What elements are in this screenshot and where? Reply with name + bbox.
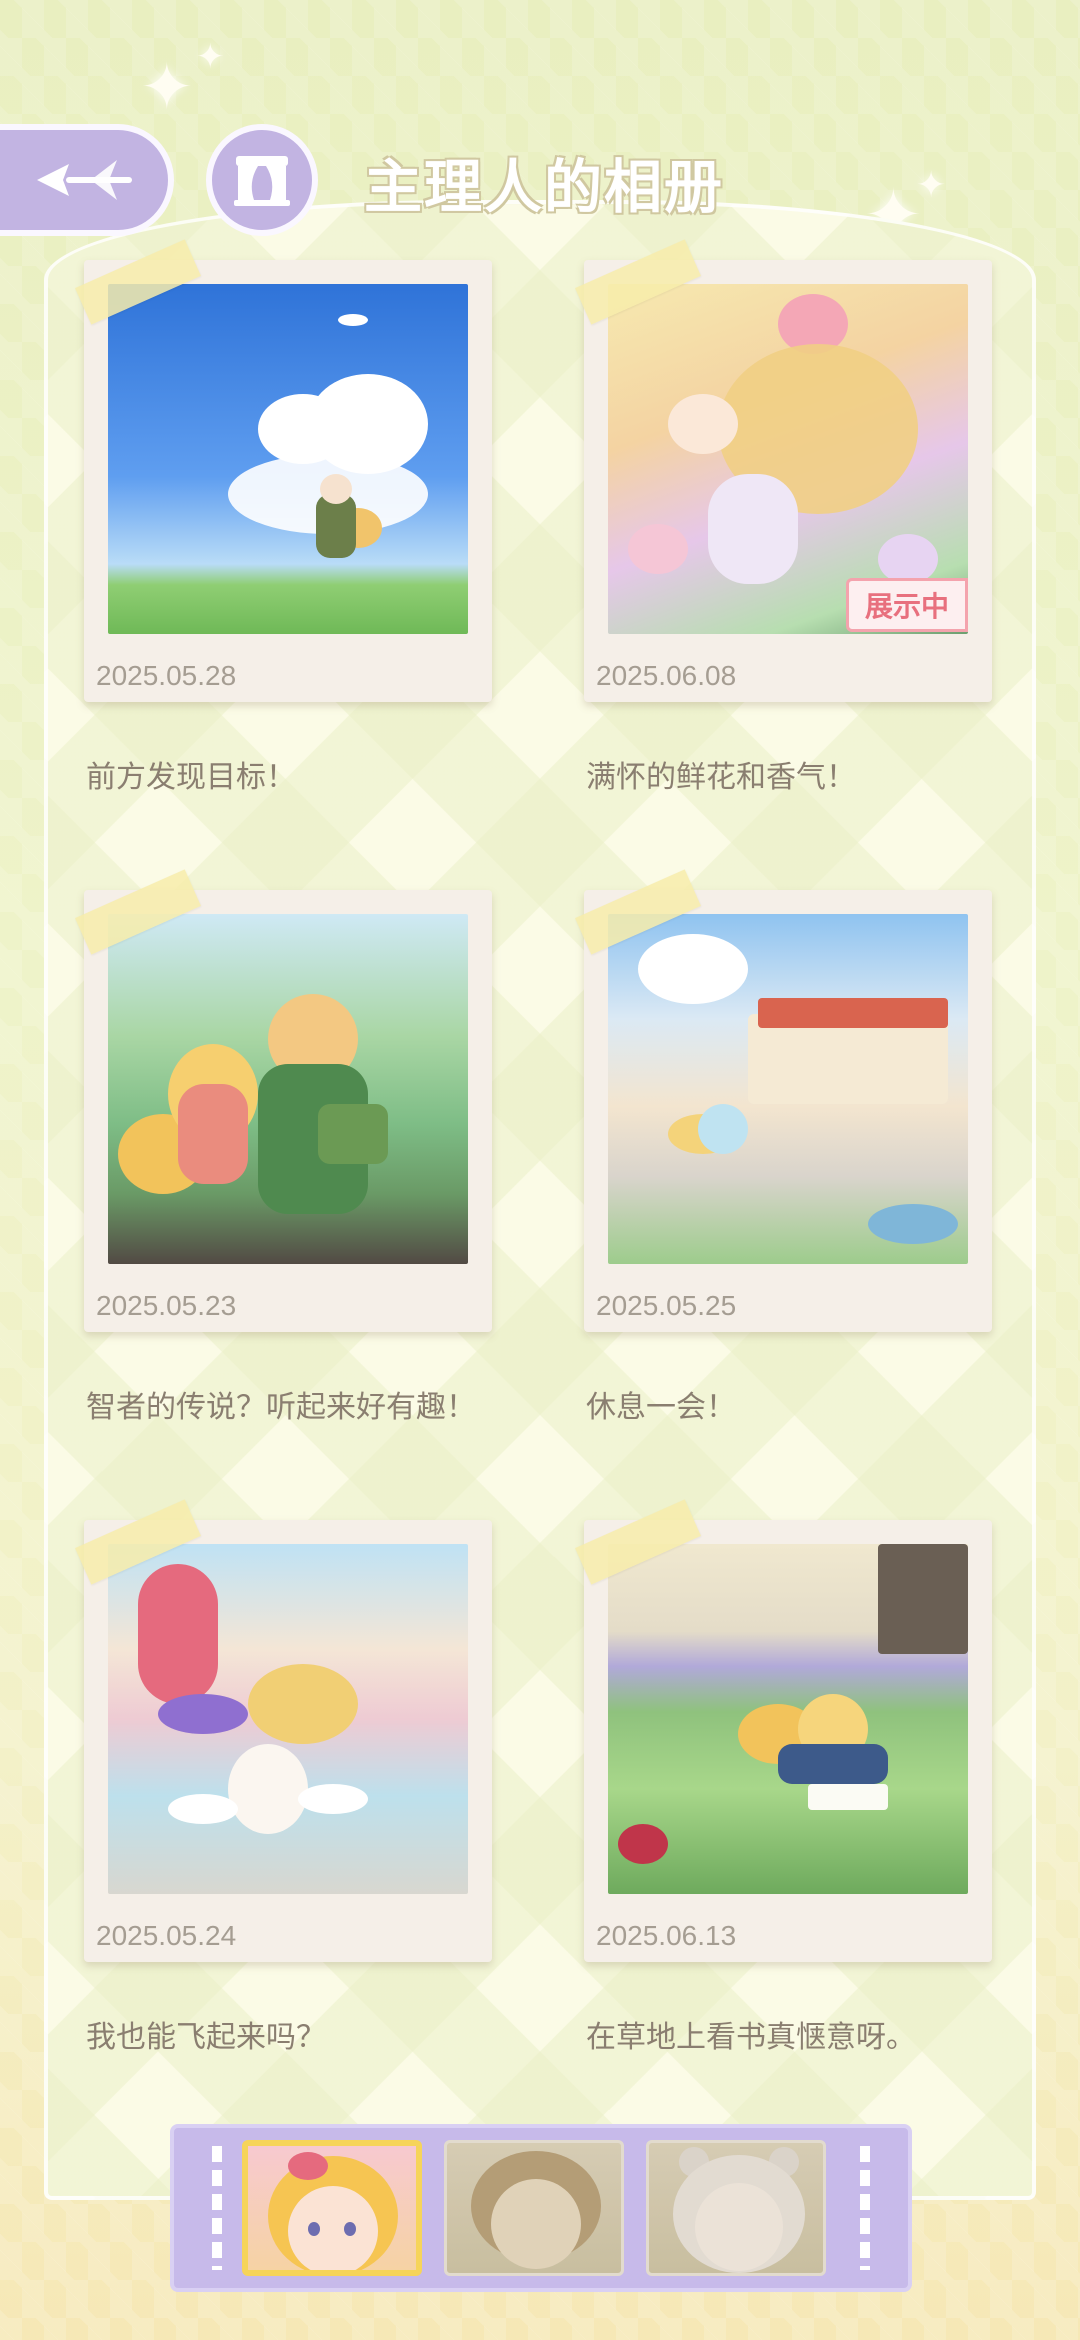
rail-decoration (212, 2146, 222, 2270)
photo-card[interactable]: 2025.06.13 (575, 1499, 992, 1962)
photo-image (108, 1544, 468, 1894)
photo-caption: 休息一会！ (586, 1390, 736, 1425)
rail-decoration (860, 2146, 870, 2270)
photo-card[interactable]: 2025.05.23 (75, 869, 492, 1332)
photo-card[interactable]: 2025.05.25 (575, 869, 992, 1332)
character-selector (170, 2124, 912, 2292)
photo-caption: 前方发现目标！ (86, 760, 296, 795)
sparkle-icon: ✦ (916, 165, 947, 206)
photo-date: 2025.05.28 (96, 660, 237, 691)
photo-date: 2025.06.08 (596, 660, 737, 691)
photo-card[interactable]: 展示中 2025.06.08 (575, 239, 992, 702)
page-title: 主理人的相册 (364, 153, 725, 221)
showing-badge: 展示中 (845, 578, 968, 632)
photo-caption: 满怀的鲜花和香气！ (586, 760, 856, 795)
winged-arrow-icon (37, 160, 132, 200)
sparkle-icon: ✦ (196, 37, 225, 77)
photo-card[interactable]: 2025.05.28 (75, 239, 492, 702)
character-tab-bear-ear-girl[interactable] (646, 2140, 826, 2276)
back-button[interactable] (0, 124, 174, 236)
character-tab-blonde-girl[interactable] (242, 2140, 422, 2276)
photo-date: 2025.05.25 (596, 1290, 737, 1321)
sparkle-icon: ✦ (140, 51, 194, 125)
photo-image (108, 914, 468, 1264)
photo-image (608, 1544, 968, 1894)
photo-caption: 在草地上看书真惬意呀。 (586, 2020, 916, 2055)
photo-image (108, 284, 468, 634)
character-tab-brown-hair[interactable] (444, 2140, 624, 2276)
photo-image (608, 914, 968, 1264)
photo-date: 2025.05.24 (96, 1920, 237, 1951)
photo-date: 2025.05.23 (96, 1290, 237, 1321)
album-home-button[interactable] (206, 124, 318, 236)
photo-card[interactable]: 2025.05.24 (75, 1499, 492, 1962)
photo-caption: 我也能飞起来吗？ (86, 2020, 326, 2055)
photo-date: 2025.06.13 (596, 1920, 737, 1951)
stage-curtain-icon (234, 156, 290, 206)
photo-caption: 智者的传说？听起来好有趣！ (86, 1390, 476, 1425)
